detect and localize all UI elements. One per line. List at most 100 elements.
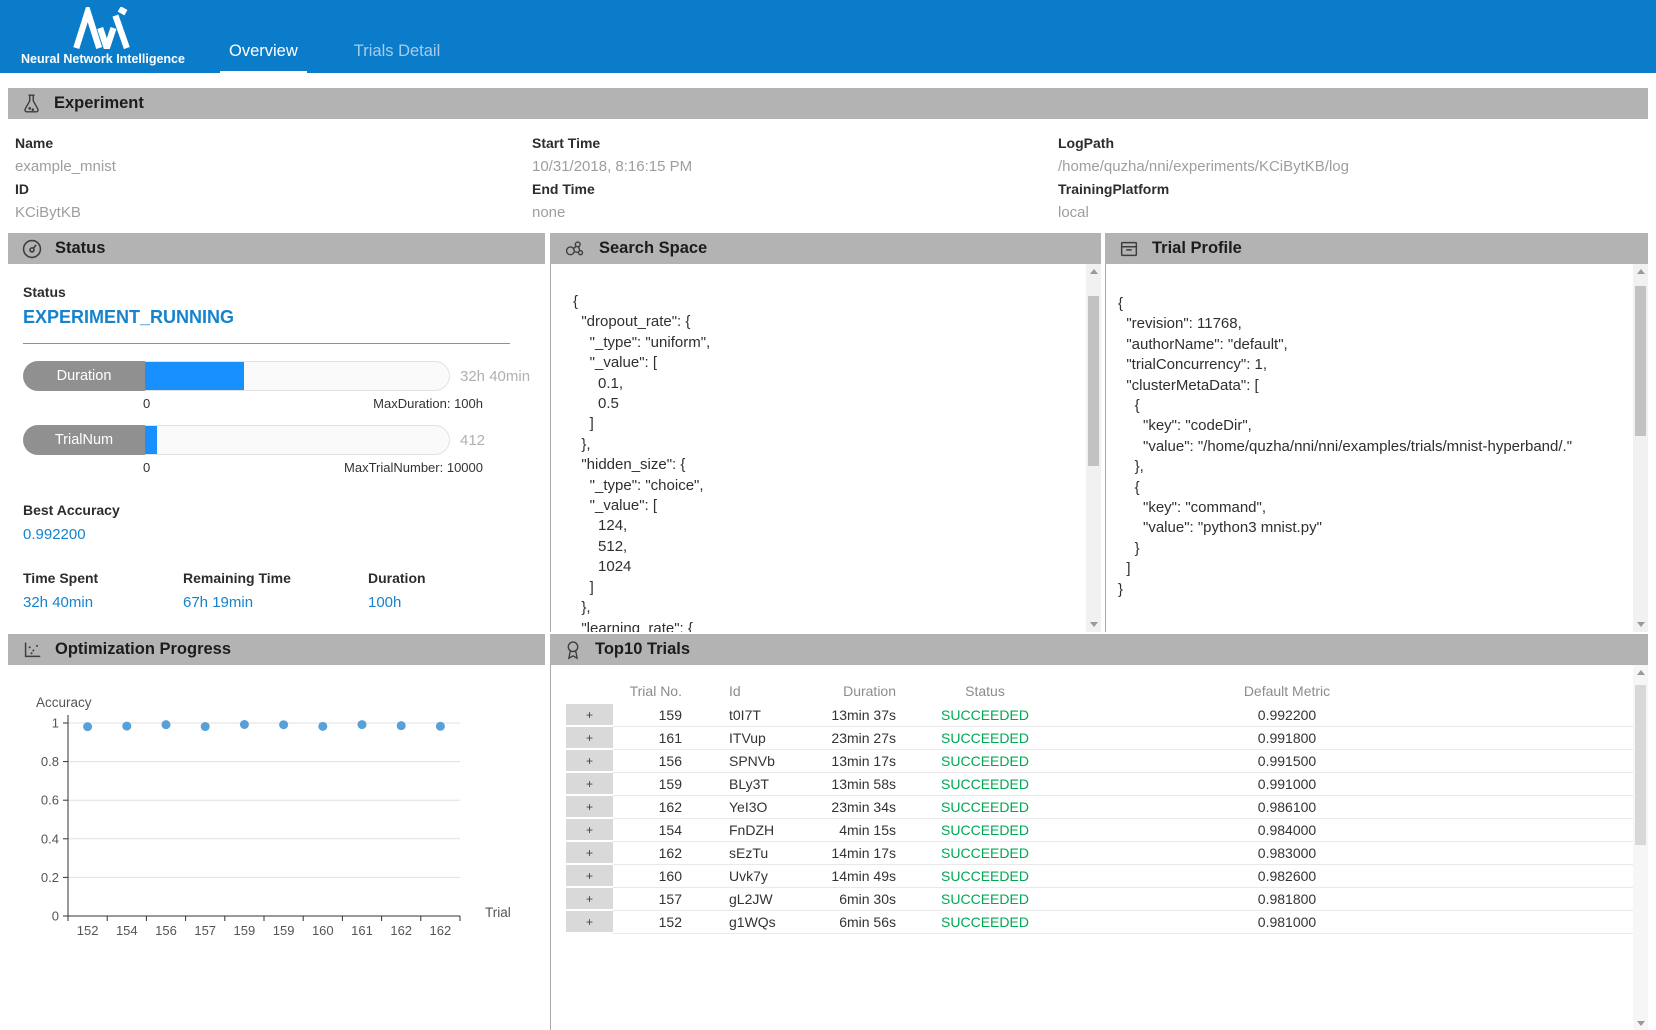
best-accuracy-value: 0.992200 [23, 526, 545, 543]
col-duration: Duration [830, 677, 900, 704]
expand-row-button[interactable]: + [566, 773, 613, 796]
trial-id-cell: FnDZH [690, 819, 830, 842]
table-row: +154FnDZH4min 15sSUCCEEDED0.984000 [566, 819, 1641, 842]
trial-no-cell: 159 [613, 773, 690, 796]
trial-duration-cell: 23min 27s [830, 727, 900, 750]
expand-row-button[interactable]: + [566, 750, 613, 773]
svg-text:162: 162 [430, 923, 452, 938]
scrollbar-thumb[interactable] [1635, 685, 1646, 845]
trial-status-cell: SUCCEEDED [900, 842, 1070, 865]
trial-id-cell: sEzTu [690, 842, 830, 865]
top10-trials-table: Trial No. Id Duration Status Default Met… [566, 677, 1641, 934]
trial-metric-cell: 0.982600 [1070, 865, 1504, 888]
scroll-up-arrow[interactable] [1633, 665, 1648, 680]
search-space-scrollbar[interactable] [1086, 264, 1101, 632]
tab-overview[interactable]: Overview [220, 42, 307, 73]
svg-text:161: 161 [351, 923, 373, 938]
col-default-metric: Default Metric [1070, 677, 1504, 704]
stat-label: Remaining Time [183, 570, 368, 586]
trial-profile-scrollbar[interactable] [1633, 264, 1648, 632]
box-icon [1118, 238, 1140, 260]
trial-no-cell: 162 [613, 796, 690, 819]
trial-no-cell: 154 [613, 819, 690, 842]
trial-duration-cell: 13min 58s [830, 773, 900, 796]
field-value: /home/quzha/nni/experiments/KCiBytKB/log [1058, 155, 1656, 178]
trial-duration-cell: 6min 30s [830, 888, 900, 911]
stat-value: 32h 40min [23, 594, 183, 611]
status-stats: Time Spent 32h 40min Remaining Time 67h … [23, 570, 545, 632]
svg-text:0.8: 0.8 [41, 754, 59, 769]
experiment-section-title: Experiment [54, 94, 144, 113]
field-value: KCiBytKB [15, 201, 532, 224]
trial-duration-cell: 14min 49s [830, 865, 900, 888]
expand-row-button[interactable]: + [566, 888, 613, 911]
trial-no-cell: 161 [613, 727, 690, 750]
trial-duration-cell: 13min 17s [830, 750, 900, 773]
expand-row-button[interactable]: + [566, 796, 613, 819]
expand-row-button[interactable]: + [566, 727, 613, 750]
table-row: +152g1WQs6min 56sSUCCEEDED0.981000 [566, 911, 1641, 934]
trial-no-cell: 157 [613, 888, 690, 911]
scroll-down-arrow[interactable] [1633, 1016, 1648, 1030]
trial-status-cell: SUCCEEDED [900, 796, 1070, 819]
scrollbar-thumb[interactable] [1088, 296, 1099, 466]
col-trial-no: Trial No. [613, 677, 690, 704]
table-row: +162YeI3O23min 34sSUCCEEDED0.986100 [566, 796, 1641, 819]
scroll-down-arrow[interactable] [1086, 617, 1101, 632]
stat-label: Time Spent [23, 570, 183, 586]
scroll-up-arrow[interactable] [1633, 264, 1648, 279]
filler-cell [1504, 911, 1641, 934]
search-space-section-header: Search Space [550, 233, 1101, 264]
trialnum-bar-fill [145, 426, 157, 454]
svg-text:159: 159 [234, 923, 256, 938]
col-id: Id [690, 677, 830, 704]
scale-max: MaxTrialNumber: 10000 [344, 460, 483, 475]
status-value: EXPERIMENT_RUNNING [23, 307, 545, 328]
best-accuracy: Best Accuracy 0.992200 [23, 502, 545, 543]
trial-duration-cell: 13min 37s [830, 704, 900, 727]
scrollbar-thumb[interactable] [1635, 286, 1646, 436]
expand-column-header [566, 677, 613, 704]
trial-duration-cell: 4min 15s [830, 819, 900, 842]
table-header-row: Trial No. Id Duration Status Default Met… [566, 677, 1641, 704]
field-value: none [532, 201, 1058, 224]
svg-text:159: 159 [273, 923, 295, 938]
expand-row-button[interactable]: + [566, 911, 613, 934]
trial-profile-json: { "revision": 11768, "authorName": "defa… [1106, 264, 1648, 600]
duration-bar-scale: 0 MaxDuration: 100h [23, 396, 483, 412]
expand-row-button[interactable]: + [566, 865, 613, 888]
expand-row-button[interactable]: + [566, 819, 613, 842]
scroll-down-arrow[interactable] [1633, 617, 1648, 632]
trialnum-bar-label: TrialNum [23, 425, 145, 455]
field-value: local [1058, 201, 1656, 224]
scroll-up-arrow[interactable] [1086, 264, 1101, 279]
chart-x-axis-label: Trial [485, 905, 511, 920]
trial-status-cell: SUCCEEDED [900, 911, 1070, 934]
status-section-header: Status [8, 233, 545, 264]
trialnum-progress: TrialNum 412 [23, 425, 545, 455]
table-row: +157gL2JW6min 30sSUCCEEDED0.981800 [566, 888, 1641, 911]
svg-text:1: 1 [52, 716, 59, 731]
field-label: End Time [532, 178, 1058, 201]
top10-scrollbar[interactable] [1633, 665, 1648, 1030]
expand-row-button[interactable]: + [566, 842, 613, 865]
trial-profile-section-title: Trial Profile [1152, 239, 1242, 258]
expand-row-button[interactable]: + [566, 704, 613, 727]
svg-text:0.2: 0.2 [41, 870, 59, 885]
medal-icon [563, 639, 583, 661]
top10-section-title: Top10 Trials [595, 640, 690, 659]
tab-trials-detail[interactable]: Trials Detail [345, 42, 450, 73]
trial-metric-cell: 0.981000 [1070, 911, 1504, 934]
status-section-title: Status [55, 239, 105, 258]
chart-y-axis-label: Accuracy [36, 695, 92, 710]
trial-id-cell: g1WQs [690, 911, 830, 934]
table-row: +162sEzTu14min 17sSUCCEEDED0.983000 [566, 842, 1641, 865]
trial-id-cell: YeI3O [690, 796, 830, 819]
svg-text:162: 162 [390, 923, 412, 938]
trial-id-cell: BLy3T [690, 773, 830, 796]
stat-label: Duration [368, 570, 545, 586]
top10-panel: Top10 Trials Trial No. Id Duration Statu… [550, 634, 1648, 1030]
trial-status-cell: SUCCEEDED [900, 704, 1070, 727]
trial-status-cell: SUCCEEDED [900, 819, 1070, 842]
optimization-section-header: Optimization Progress [8, 634, 545, 665]
